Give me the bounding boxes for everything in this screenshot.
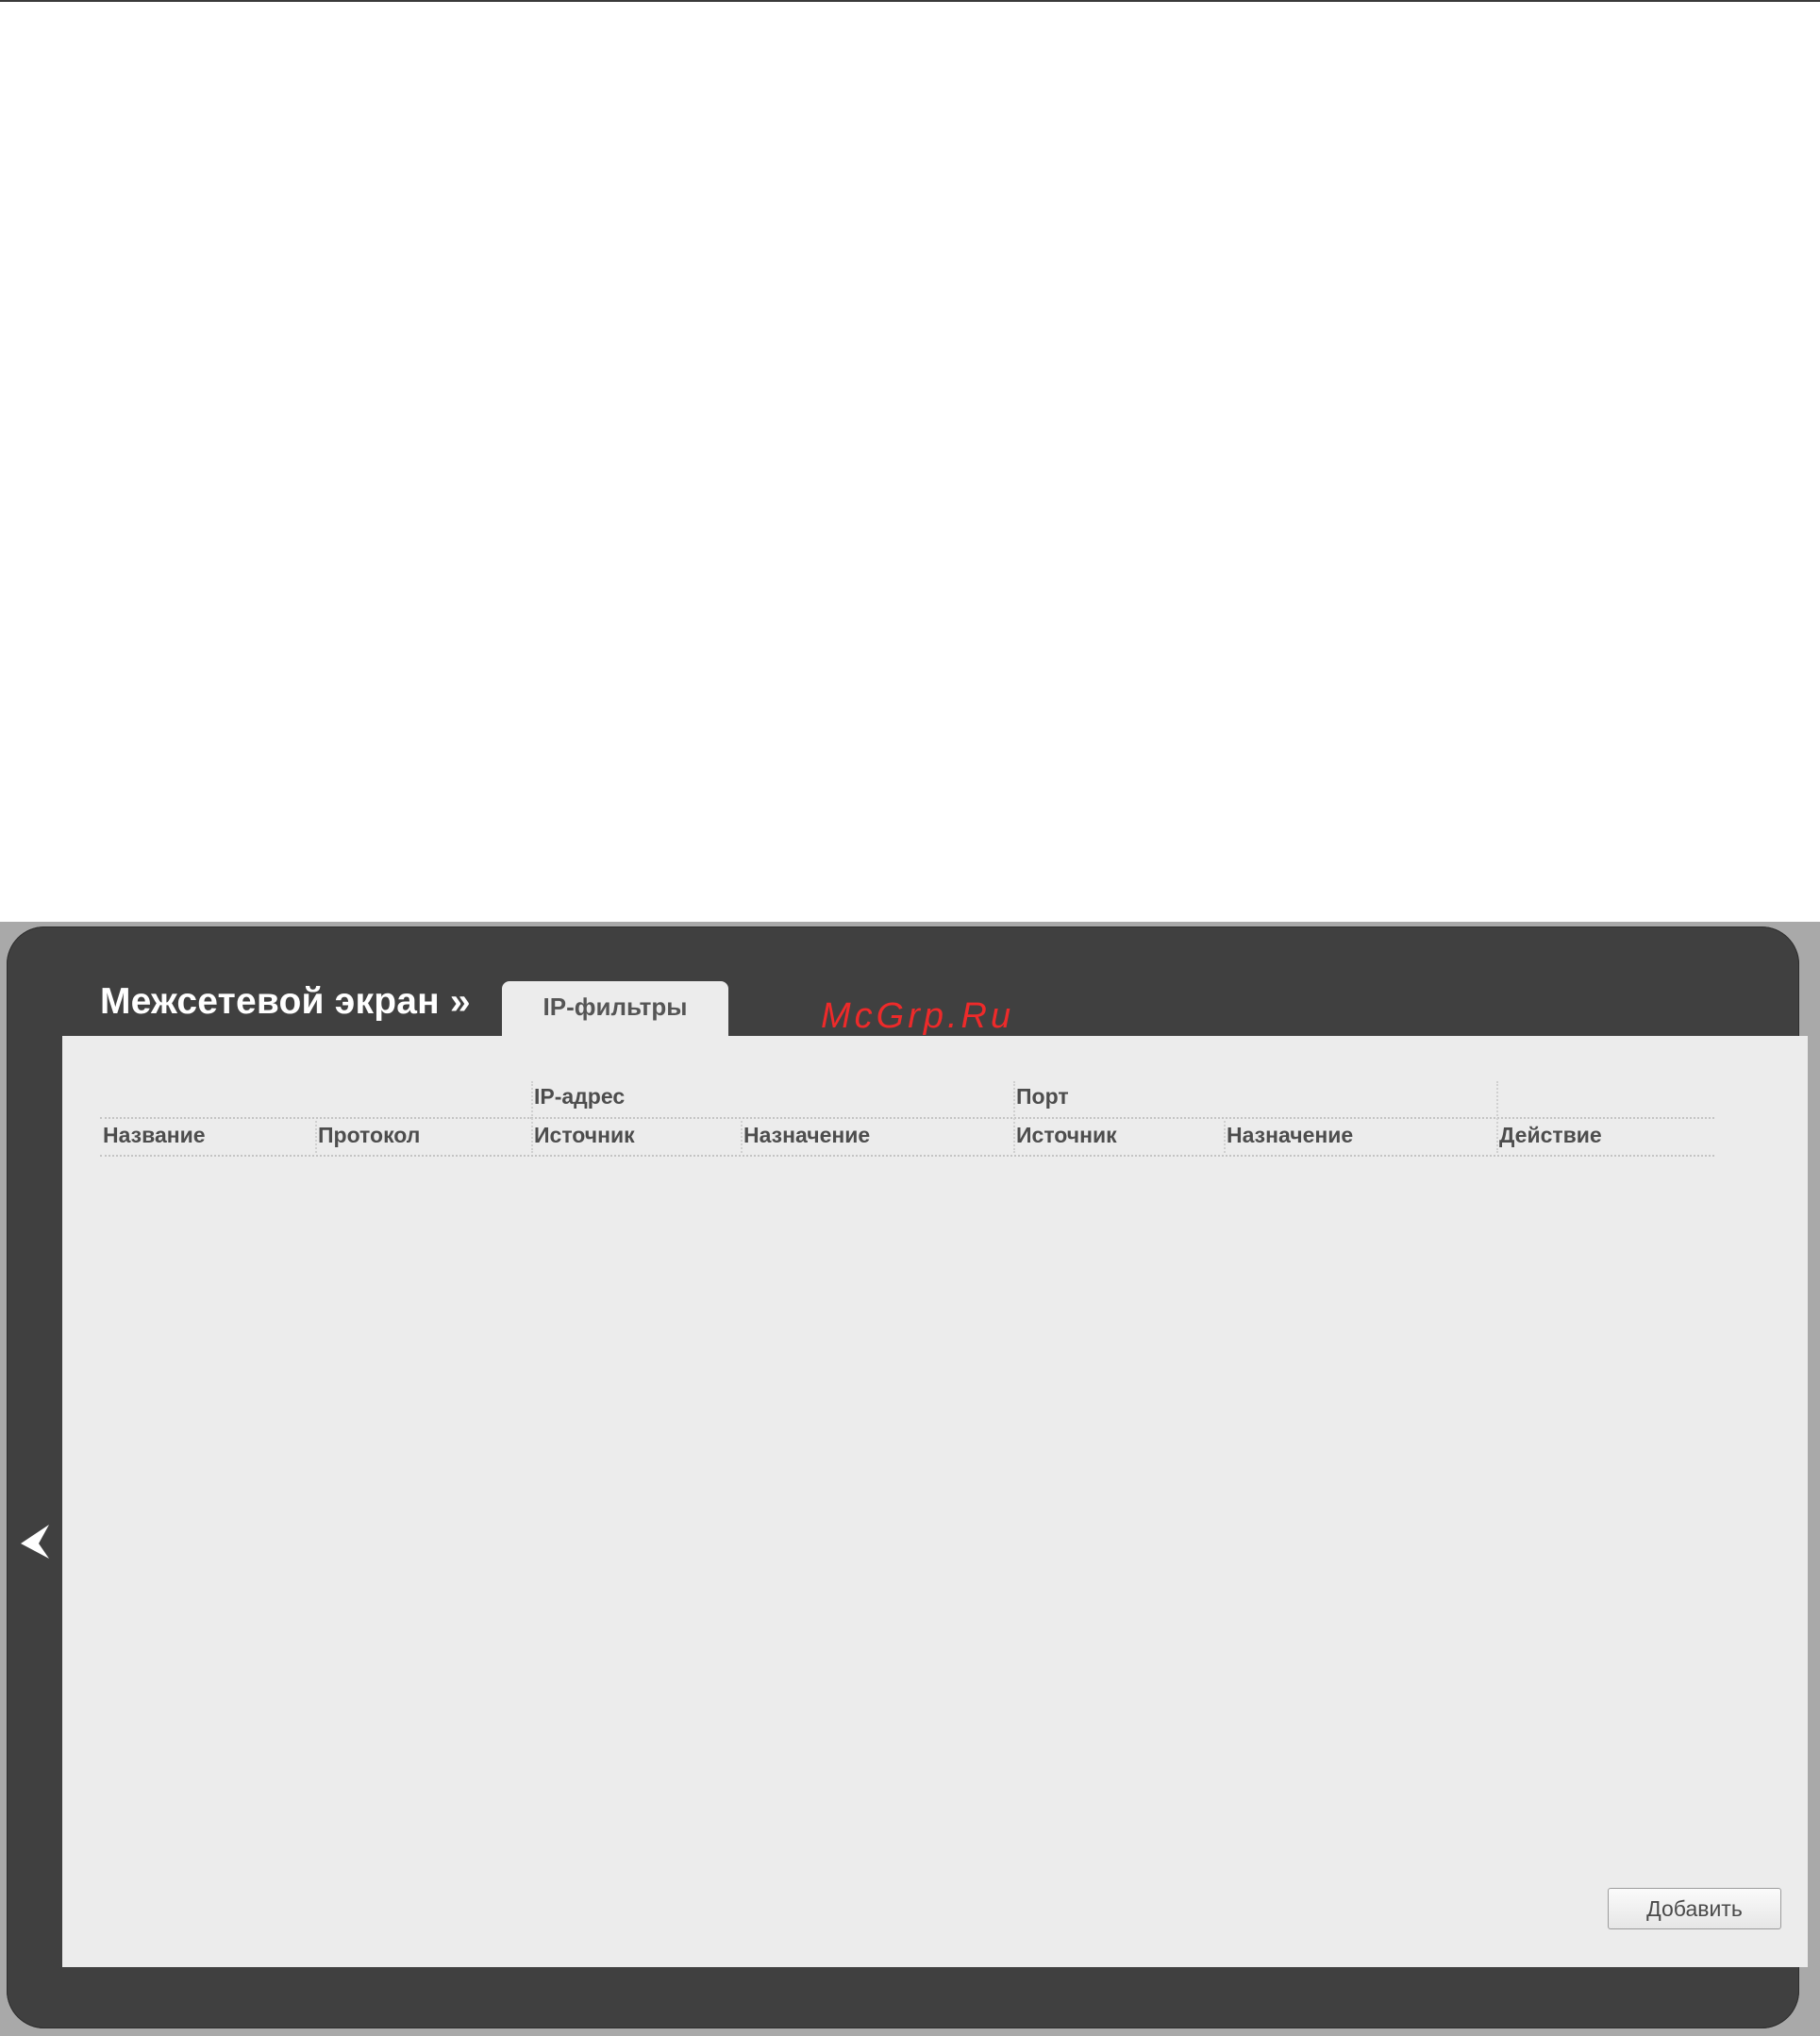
column-header-ip-source[interactable]: Источник [534, 1123, 635, 1148]
header-rule-bottom [100, 1155, 1714, 1157]
breadcrumb-firewall[interactable]: Межсетевой экран » [100, 981, 471, 1023]
column-header-name[interactable]: Название [103, 1123, 206, 1148]
column-header-port-source[interactable]: Источник [1016, 1123, 1117, 1148]
group-header-ip-address: IP-адрес [534, 1084, 626, 1109]
column-separator [741, 1121, 743, 1153]
header-rule-middle [100, 1117, 1714, 1119]
column-header-protocol[interactable]: Протокол [318, 1123, 420, 1148]
column-separator [1224, 1121, 1226, 1153]
top-divider [0, 0, 1820, 2]
column-header-ip-destination[interactable]: Назначение [743, 1123, 870, 1148]
add-button[interactable]: Добавить [1608, 1888, 1781, 1929]
column-header-port-destination[interactable]: Назначение [1227, 1123, 1353, 1148]
content-area [62, 1036, 1808, 1967]
chevron-left-icon[interactable] [19, 1523, 51, 1560]
column-header-action[interactable]: Действие [1499, 1123, 1602, 1148]
column-separator [531, 1081, 533, 1153]
column-separator [315, 1121, 317, 1153]
column-separator [1496, 1081, 1498, 1153]
column-separator [1013, 1081, 1015, 1153]
group-header-port: Порт [1016, 1084, 1069, 1109]
tab-ip-filters[interactable]: IP-фильтры [502, 981, 728, 1040]
watermark-text: McGrp.Ru [821, 996, 1015, 1036]
